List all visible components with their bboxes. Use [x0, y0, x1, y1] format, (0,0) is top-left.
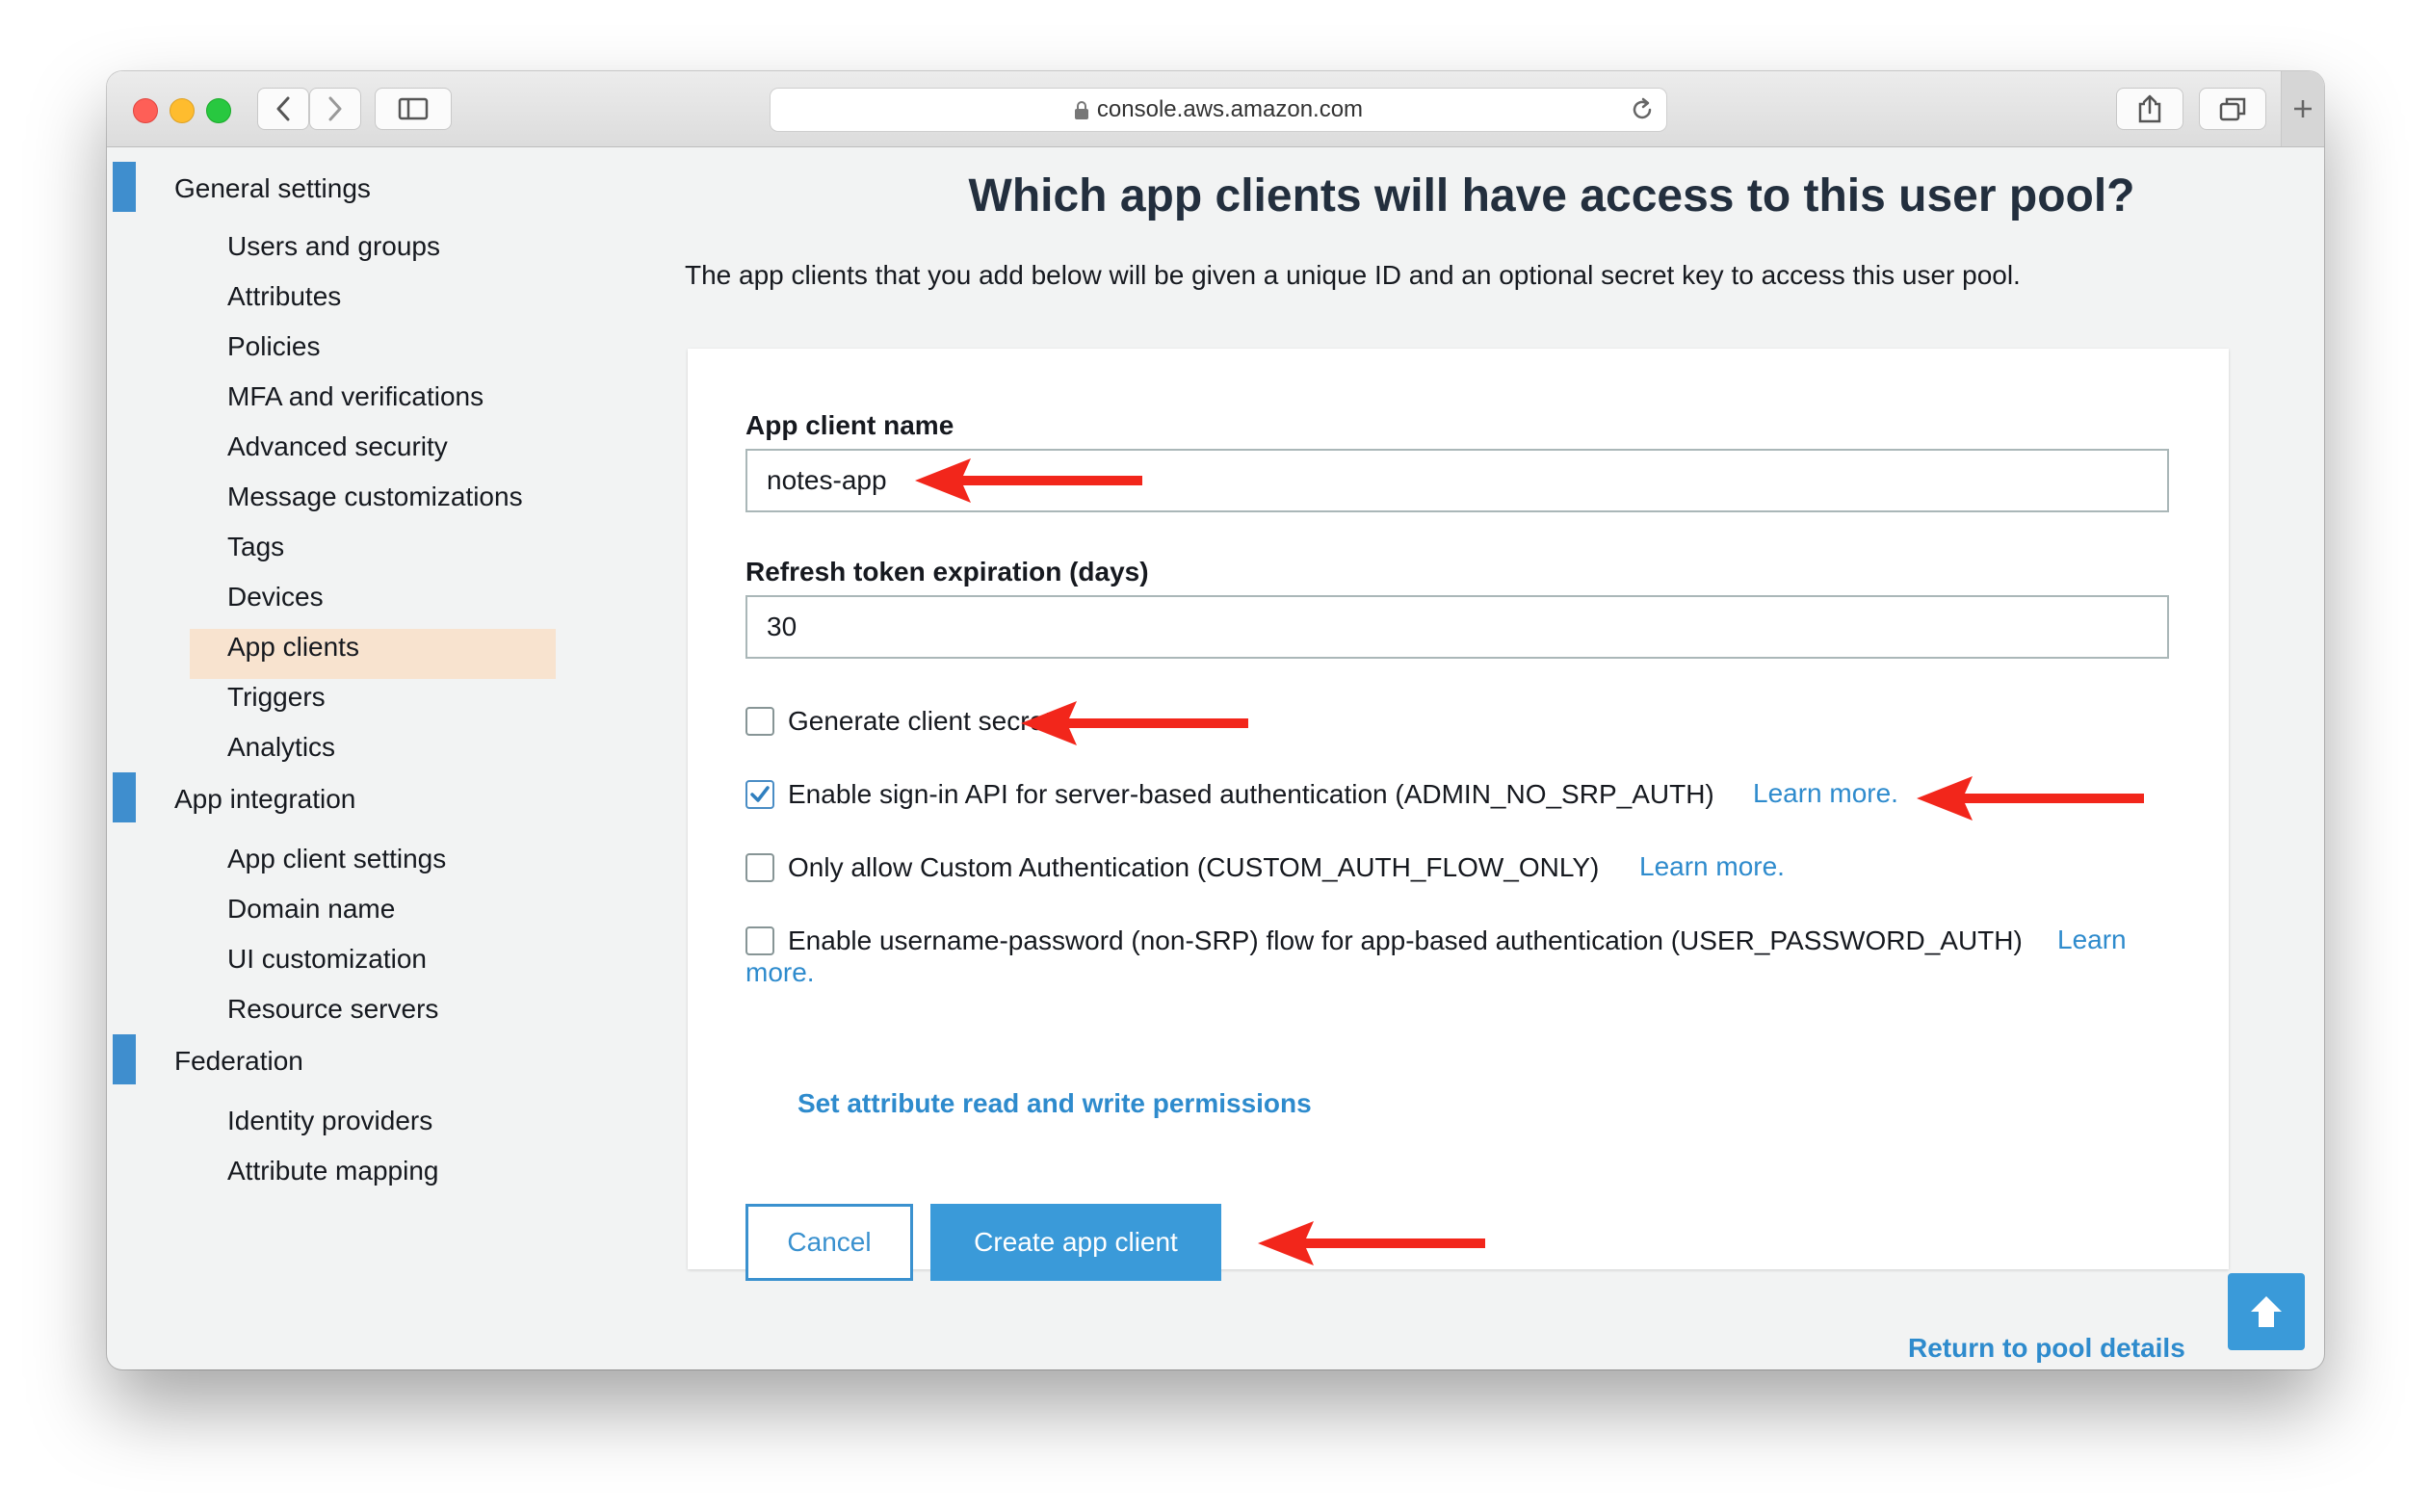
sidebar-toggle-button[interactable] [375, 88, 452, 130]
back-button[interactable] [257, 88, 309, 130]
refresh-token-input[interactable]: 30 [745, 595, 2169, 659]
page-description: The app clients that you add below will … [685, 260, 2021, 290]
sidebar-item-analytics[interactable]: Analytics [227, 732, 335, 763]
sidebar-item-users-and-groups[interactable]: Users and groups [227, 231, 440, 262]
refresh-token-label: Refresh token expiration (days) [745, 557, 1149, 587]
sidebar-item-attribute-mapping[interactable]: Attribute mapping [227, 1156, 438, 1186]
admin-no-srp-auth-label: Enable sign-in API for server-based auth… [788, 779, 1714, 809]
sidebar-item-triggers[interactable]: Triggers [227, 682, 326, 713]
sidebar-item-tags[interactable]: Tags [227, 532, 284, 562]
new-tab-button[interactable] [2281, 71, 2324, 146]
sidebar-item-policies[interactable]: Policies [227, 331, 320, 362]
return-to-pool-details-link[interactable]: Return to pool details [1908, 1333, 2185, 1364]
zoom-window-button[interactable] [206, 98, 231, 123]
annotation-arrow [1021, 701, 1248, 745]
sidebar-item-app-clients[interactable]: App clients [227, 632, 359, 663]
admin-no-srp-auth-checkbox[interactable] [745, 780, 774, 809]
sidebar-section-general-settings[interactable]: General settings [174, 173, 371, 204]
scroll-to-top-button[interactable] [2228, 1273, 2305, 1350]
arrow-up-icon [2251, 1296, 2282, 1327]
page-title: Which app clients will have access to th… [968, 170, 2135, 222]
app-client-name-label: App client name [745, 410, 954, 440]
browser-window: console.aws.amazon.com General settings … [107, 71, 2324, 1369]
annotation-arrow [915, 458, 1142, 503]
browser-toolbar: console.aws.amazon.com [107, 71, 2324, 147]
section-marker [113, 1034, 136, 1084]
sidebar-item-domain-name[interactable]: Domain name [227, 894, 395, 925]
forward-button[interactable] [309, 88, 361, 130]
plus-icon [2294, 100, 2312, 117]
tabs-overview-button[interactable] [2199, 88, 2266, 130]
minimize-window-button[interactable] [170, 98, 195, 123]
section-marker [113, 772, 136, 822]
sidebar-section-federation[interactable]: Federation [174, 1046, 303, 1077]
set-attribute-permissions-link[interactable]: Set attribute read and write permissions [797, 1088, 1312, 1119]
url-text: console.aws.amazon.com [1096, 96, 1364, 122]
reload-icon[interactable] [1630, 97, 1655, 122]
user-password-auth-checkbox[interactable] [745, 926, 774, 955]
tabs-icon [2219, 97, 2246, 121]
sidebar-item-mfa-and-verifications[interactable]: MFA and verifications [227, 381, 484, 412]
sidebar-item-advanced-security[interactable]: Advanced security [227, 431, 448, 462]
share-button[interactable] [2116, 88, 2183, 130]
generate-client-secret-label: Generate client secret [788, 706, 1052, 736]
sidebar-item-ui-customization[interactable]: UI customization [227, 944, 427, 975]
generate-client-secret-checkbox[interactable] [745, 707, 774, 736]
sidebar-item-attributes[interactable]: Attributes [227, 281, 341, 312]
sidebar-item-app-client-settings[interactable]: App client settings [227, 844, 446, 874]
annotation-arrow [1258, 1221, 1485, 1265]
app-client-form: App client name notes-app Refresh token … [688, 349, 2229, 1281]
sidebar-item-message-customizations[interactable]: Message customizations [227, 482, 523, 512]
sidebar-item-identity-providers[interactable]: Identity providers [227, 1106, 432, 1136]
admin-no-srp-auth-learn-more-link[interactable]: Learn more. [1753, 778, 1898, 809]
lock-icon [1074, 100, 1088, 119]
cancel-button[interactable]: Cancel [745, 1204, 913, 1281]
annotation-arrow [1917, 776, 2144, 821]
sidebar-item-resource-servers[interactable]: Resource servers [227, 994, 438, 1025]
create-app-client-button[interactable]: Create app client [930, 1204, 1221, 1281]
user-password-auth-label: Enable username-password (non-SRP) flow … [788, 925, 2023, 955]
user-password-auth-learn-link[interactable]: Learn [2057, 925, 2127, 955]
custom-auth-flow-only-checkbox[interactable] [745, 853, 774, 882]
checkmark-icon [750, 786, 770, 802]
address-bar[interactable]: console.aws.amazon.com [770, 88, 1667, 132]
back-icon [276, 96, 290, 121]
share-icon [2138, 94, 2161, 123]
sidebar: General settings Users and groups Attrib… [107, 146, 608, 1369]
close-window-button[interactable] [133, 98, 158, 123]
custom-auth-flow-only-label: Only allow Custom Authentication (CUSTOM… [788, 852, 1600, 882]
forward-icon [328, 96, 342, 121]
sidebar-section-app-integration[interactable]: App integration [174, 784, 355, 815]
section-marker [113, 162, 136, 212]
sidebar-item-devices[interactable]: Devices [227, 582, 324, 613]
user-password-auth-more-link[interactable]: more. [745, 957, 815, 988]
sidebar-icon [398, 97, 429, 120]
custom-auth-learn-more-link[interactable]: Learn more. [1639, 851, 1785, 882]
